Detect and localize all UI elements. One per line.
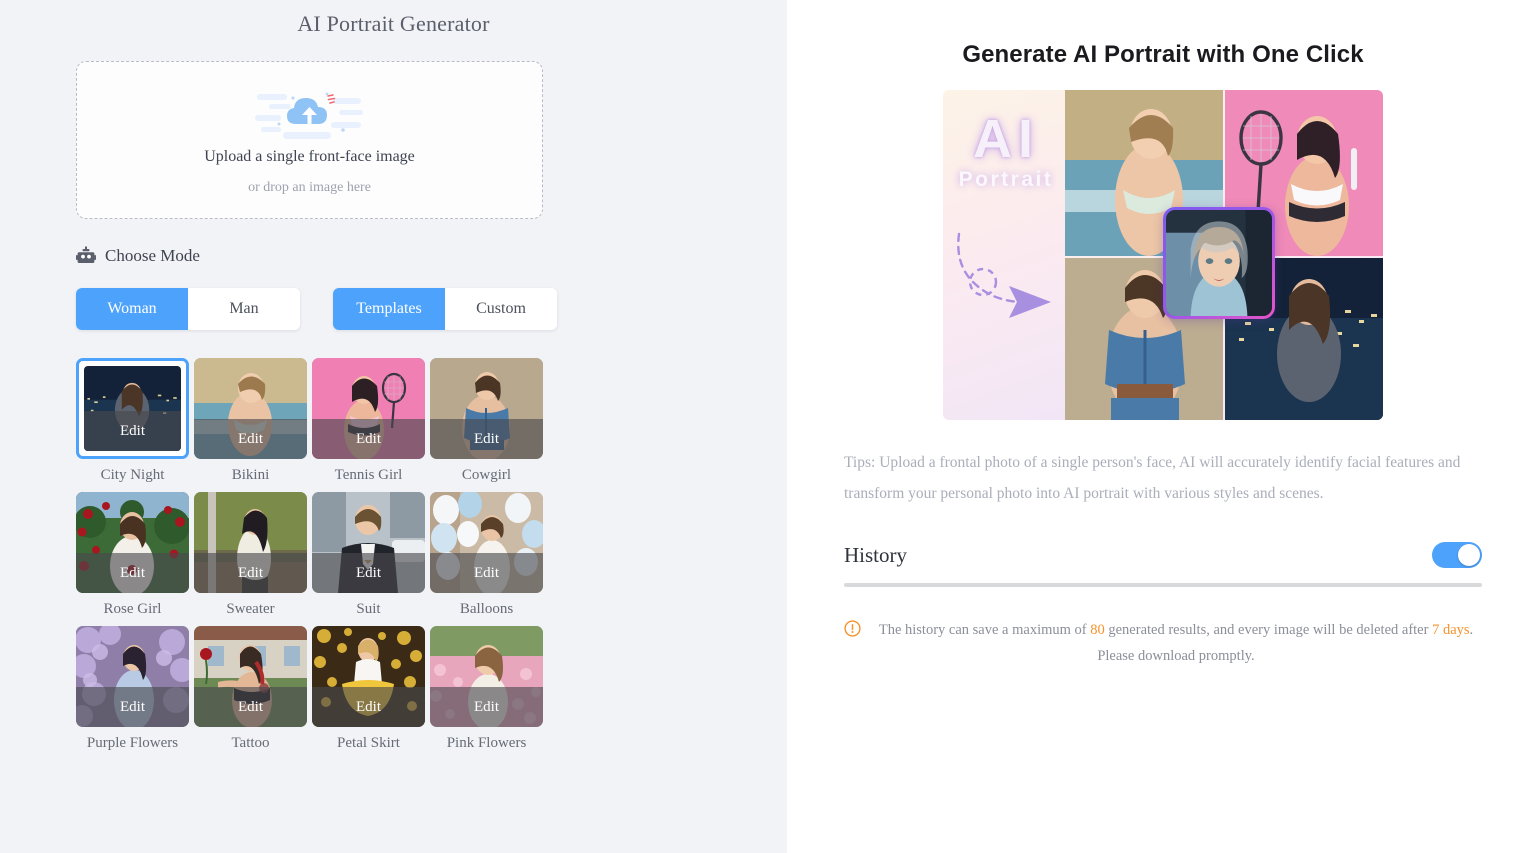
template-card[interactable]: Edit Sweater	[194, 492, 307, 618]
template-card[interactable]: Edit Purple Flowers	[76, 626, 189, 752]
template-edit-button[interactable]: Edit	[84, 411, 181, 451]
template-name: Balloons	[459, 601, 514, 617]
template-thumbnail[interactable]: Edit	[76, 358, 189, 459]
template-name: Sweater	[226, 601, 275, 617]
choose-mode-header: Choose Mode	[76, 246, 711, 266]
mode-toggles: Woman Man Templates Custom	[76, 288, 711, 330]
dashed-arrow-icon	[957, 232, 1051, 318]
template-thumbnail[interactable]: Edit	[312, 492, 425, 593]
notice-max-results: 80	[1090, 622, 1105, 638]
template-thumbnail[interactable]: Edit	[194, 358, 307, 459]
tips-text: Tips: Upload a frontal photo of a single…	[844, 454, 1461, 502]
history-section-header: History	[835, 542, 1491, 568]
collage-ai-text: AI	[973, 109, 1039, 169]
template-name: Tattoo	[231, 735, 270, 751]
upload-primary-text: Upload a single front-face image	[204, 148, 415, 165]
template-card[interactable]: Edit Rose Girl	[76, 492, 189, 618]
upload-dropzone[interactable]: Upload a single front-face image or drop…	[76, 61, 543, 219]
template-card[interactable]: Edit Tattoo	[194, 626, 307, 752]
source-option-templates[interactable]: Templates	[333, 288, 445, 330]
template-edit-button[interactable]: Edit	[430, 553, 543, 593]
template-card[interactable]: Edit City Night	[76, 358, 189, 484]
source-option-custom[interactable]: Custom	[445, 288, 557, 330]
page-title: AI Portrait Generator	[297, 11, 490, 36]
template-thumbnail[interactable]: Edit	[430, 626, 543, 727]
history-notice-text: The history can save a maximum of 80 gen…	[870, 617, 1482, 669]
choose-mode-label: Choose Mode	[105, 246, 200, 265]
template-edit-button[interactable]: Edit	[430, 687, 543, 727]
right-panel: Generate AI Portrait with One Click AI P…	[787, 0, 1539, 853]
template-edit-button[interactable]: Edit	[76, 687, 189, 727]
warning-circle-icon	[844, 620, 861, 637]
template-name: Purple Flowers	[86, 735, 179, 751]
template-name: Tennis Girl	[334, 467, 403, 483]
gender-segmented-control: Woman Man	[76, 288, 300, 330]
template-edit-button[interactable]: Edit	[430, 419, 543, 459]
template-name: Rose Girl	[103, 601, 162, 617]
upload-secondary-text: or drop an image here	[248, 180, 371, 195]
app-root: AI Portrait Generator Upload a single fr…	[0, 0, 1539, 853]
template-edit-button[interactable]: Edit	[194, 553, 307, 593]
template-thumbnail[interactable]: Edit	[194, 626, 307, 727]
template-thumbnail[interactable]: Edit	[76, 492, 189, 593]
template-name: Petal Skirt	[337, 735, 400, 751]
notice-part-1: The history can save a maximum of	[878, 622, 1091, 638]
robot-icon	[76, 246, 96, 263]
history-divider	[844, 583, 1482, 587]
template-card[interactable]: Edit Petal Skirt	[312, 626, 425, 752]
template-edit-button[interactable]: Edit	[312, 419, 425, 459]
template-card[interactable]: Edit Suit	[312, 492, 425, 618]
template-card[interactable]: Edit Bikini	[194, 358, 307, 484]
template-edit-button[interactable]: Edit	[312, 553, 425, 593]
notice-part-2: generated results, and every image will …	[1104, 622, 1433, 638]
promo-collage: AI Portrait	[943, 90, 1383, 420]
left-panel: AI Portrait Generator Upload a single fr…	[0, 0, 787, 853]
gender-option-woman[interactable]: Woman	[76, 288, 188, 330]
template-thumbnail[interactable]: Edit	[430, 358, 543, 459]
template-thumbnail[interactable]: Edit	[76, 626, 189, 727]
template-name: Suit	[356, 601, 381, 617]
template-name: Bikini	[231, 467, 270, 483]
collage-source-photo	[1163, 207, 1275, 319]
template-edit-button[interactable]: Edit	[312, 687, 425, 727]
collage-portrait-text: Portrait	[958, 168, 1054, 191]
template-card[interactable]: Edit Cowgirl	[430, 358, 543, 484]
template-edit-button[interactable]: Edit	[194, 687, 307, 727]
history-title: History	[844, 542, 907, 567]
notice-retention: 7 days	[1432, 622, 1470, 638]
template-thumbnail[interactable]: Edit	[194, 492, 307, 593]
template-name: City Night	[100, 467, 165, 483]
cloud-upload-icon	[254, 92, 363, 139]
promo-title: Generate AI Portrait with One Click	[962, 41, 1364, 68]
template-edit-button[interactable]: Edit	[194, 419, 307, 459]
template-card[interactable]: Edit Balloons	[430, 492, 543, 618]
template-grid: Edit City Night Edit Bikini Edit Tennis …	[76, 358, 711, 752]
gender-option-man[interactable]: Man	[188, 288, 300, 330]
template-card[interactable]: Edit Pink Flowers	[430, 626, 543, 752]
history-toggle[interactable]	[1432, 542, 1482, 568]
template-edit-button[interactable]: Edit	[76, 553, 189, 593]
template-card[interactable]: Edit Tennis Girl	[312, 358, 425, 484]
template-thumbnail[interactable]: Edit	[430, 492, 543, 593]
template-name: Pink Flowers	[446, 735, 527, 751]
template-thumbnail[interactable]: Edit	[312, 626, 425, 727]
template-thumbnail[interactable]: Edit	[312, 358, 425, 459]
history-toggle-knob	[1458, 544, 1480, 566]
source-segmented-control: Templates Custom	[333, 288, 557, 330]
template-name: Cowgirl	[461, 467, 512, 483]
history-notice: The history can save a maximum of 80 gen…	[835, 617, 1491, 669]
